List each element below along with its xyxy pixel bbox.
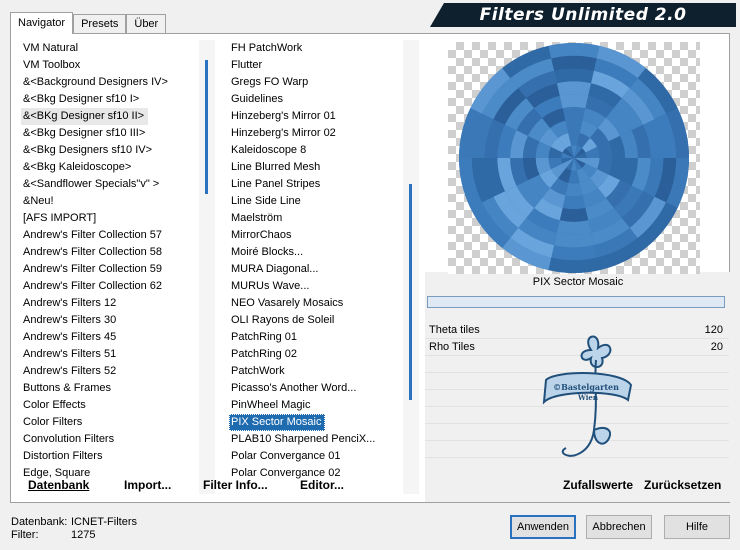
filter-item[interactable]: PLAB10 Sharpened PenciX... <box>229 431 415 448</box>
zuruecksetzen-button[interactable]: Zurücksetzen <box>644 478 721 492</box>
filter-scrollbar-thumb[interactable] <box>409 184 412 400</box>
filter-item[interactable]: Picasso's Another Word... <box>229 380 415 397</box>
filter-item[interactable]: Maelström <box>229 210 415 227</box>
filter-item[interactable]: PinWheel Magic <box>229 397 415 414</box>
filter-item[interactable]: MURUs Wave... <box>229 278 415 295</box>
tab-bar: Navigator Presets Über <box>10 12 167 34</box>
mosaic-tile <box>562 195 586 210</box>
category-item[interactable]: &Neu! <box>21 193 209 210</box>
datenbank-button[interactable]: Datenbank <box>28 478 89 492</box>
mosaic-tile <box>556 220 592 235</box>
category-item[interactable]: Andrew's Filters 30 <box>21 312 209 329</box>
filter-item[interactable]: Line Panel Stripes <box>229 176 415 193</box>
anwenden-button[interactable]: Anwenden <box>510 515 576 539</box>
filter-item[interactable]: Kaleidoscope 8 <box>229 142 415 159</box>
tab-navigator[interactable]: Navigator <box>10 12 74 34</box>
parameter-label: Theta tiles <box>429 324 480 336</box>
category-item[interactable]: Distortion Filters <box>21 448 209 465</box>
mosaic-tile <box>556 81 592 96</box>
status-datenbank-value: ICNET-Filters <box>71 516 137 528</box>
filter-scrollbar[interactable] <box>403 40 419 494</box>
category-item[interactable]: &<Bkg Designers sf10 IV> <box>21 142 209 159</box>
filter-item[interactable]: MirrorChaos <box>229 227 415 244</box>
category-item[interactable]: Convolution Filters <box>21 431 209 448</box>
category-item[interactable]: Color Filters <box>21 414 209 431</box>
filter-item[interactable]: Line Blurred Mesh <box>229 159 415 176</box>
tab-presets[interactable]: Presets <box>73 14 127 34</box>
filter-item[interactable]: Polar Convergance 01 <box>229 448 415 465</box>
filter-info-button[interactable]: Filter Info... <box>203 478 268 492</box>
tab-ueber[interactable]: Über <box>126 14 167 34</box>
filter-item[interactable]: NEO Vasarely Mosaics <box>229 295 415 312</box>
import-button[interactable]: Import... <box>124 478 171 492</box>
filter-item[interactable]: MURA Diagonal... <box>229 261 415 278</box>
category-item[interactable]: Andrew's Filter Collection 58 <box>21 244 209 261</box>
category-item[interactable]: Color Effects <box>21 397 209 414</box>
parameter-value[interactable]: 120 <box>705 322 723 339</box>
mosaic-tile <box>551 55 597 71</box>
svg-text:©Bastelgarten: ©Bastelgarten <box>553 382 619 392</box>
preview-filter-name: PIX Sector Mosaic <box>532 276 624 288</box>
filter-item[interactable]: Gregs FO Warp <box>229 74 415 91</box>
category-item[interactable]: &<Sandflower Specials"v" > <box>21 176 209 193</box>
category-item[interactable]: &<Bkg Designer sf10 III> <box>21 125 209 142</box>
mosaic-tile <box>554 68 594 84</box>
category-item[interactable]: Buttons & Frames <box>21 380 209 397</box>
category-scrollbar[interactable] <box>199 40 215 494</box>
filter-item[interactable]: Line Side Line <box>229 193 415 210</box>
filter-item[interactable]: PatchRing 02 <box>229 346 415 363</box>
filter-item[interactable]: PatchWork <box>229 363 415 380</box>
hilfe-button[interactable]: Hilfe <box>664 515 730 539</box>
filter-item[interactable]: Moiré Blocks... <box>229 244 415 261</box>
category-item[interactable]: Andrew's Filters 45 <box>21 329 209 346</box>
filter-item[interactable]: Guidelines <box>229 91 415 108</box>
filter-item[interactable]: PatchRing 01 <box>229 329 415 346</box>
category-item[interactable]: Andrew's Filters 52 <box>21 363 209 380</box>
filter-item[interactable]: FH PatchWork <box>229 40 415 57</box>
status-filter-label: Filter: <box>11 529 39 541</box>
category-item[interactable]: VM Toolbox <box>21 57 209 74</box>
category-item[interactable]: Andrew's Filters 51 <box>21 346 209 363</box>
category-item[interactable]: Andrew's Filter Collection 59 <box>21 261 209 278</box>
parameter-value[interactable]: 20 <box>711 339 723 356</box>
category-item[interactable]: Andrew's Filter Collection 62 <box>21 278 209 295</box>
app-title-banner: Filters Unlimited 2.0 <box>430 3 736 27</box>
category-scrollbar-thumb[interactable] <box>205 60 208 194</box>
filter-item[interactable]: OLI Rayons de Soleil <box>229 312 415 329</box>
mosaic-tile <box>562 106 586 121</box>
bastelgarten-logo: ©Bastelgarten Wien <box>542 335 633 457</box>
category-list[interactable]: VM Natural VM Toolbox &<Background Designe… <box>21 40 209 500</box>
filter-item[interactable]: Hinzeberg's Mirror 02 <box>229 125 415 142</box>
filter-list[interactable]: FH PatchWork Flutter Gregs FO Warp Guidelin… <box>229 40 415 500</box>
abbrechen-button[interactable]: Abbrechen <box>586 515 652 539</box>
category-item[interactable]: Andrew's Filters 12 <box>21 295 209 312</box>
status-area: Datenbank: ICNET-Filters Filter: 1275 <box>11 516 137 542</box>
bottom-toolbar: Datenbank Import... Filter Info... Edito… <box>11 478 729 498</box>
mosaic-tile <box>554 232 594 248</box>
progress-bar <box>427 296 725 308</box>
mosaic-tile <box>559 207 589 222</box>
filter-item[interactable]: Flutter <box>229 57 415 74</box>
category-item[interactable]: &<BKg Designer sf10 II> <box>21 108 149 125</box>
filter-item[interactable]: PIX Sector Mosaic <box>229 414 326 431</box>
editor-button[interactable]: Editor... <box>300 478 344 492</box>
filter-item[interactable]: Hinzeberg's Mirror 01 <box>229 108 415 125</box>
category-item[interactable]: &<Bkg Kaleidoscope> <box>21 159 209 176</box>
mosaic-tile <box>559 94 589 109</box>
sector-mosaic-preview <box>459 43 689 273</box>
mosaic-tile <box>565 182 583 197</box>
category-item[interactable]: &<Bkg Designer sf10 I> <box>21 91 209 108</box>
preview-image <box>448 42 700 274</box>
category-item[interactable]: VM Natural <box>21 40 209 57</box>
status-datenbank-label: Datenbank: <box>11 516 68 528</box>
svg-text:Wien: Wien <box>577 393 598 402</box>
category-item[interactable]: &<Background Designers IV> <box>21 74 209 91</box>
mosaic-tile <box>565 119 583 134</box>
category-item[interactable]: [AFS IMPORT] <box>21 210 209 227</box>
status-filter-value: 1275 <box>71 529 96 541</box>
zufallswerte-button[interactable]: Zufallswerte <box>563 478 633 492</box>
parameter-label: Rho Tiles <box>429 341 475 353</box>
mosaic-tile <box>551 245 597 261</box>
category-item[interactable]: Andrew's Filter Collection 57 <box>21 227 209 244</box>
